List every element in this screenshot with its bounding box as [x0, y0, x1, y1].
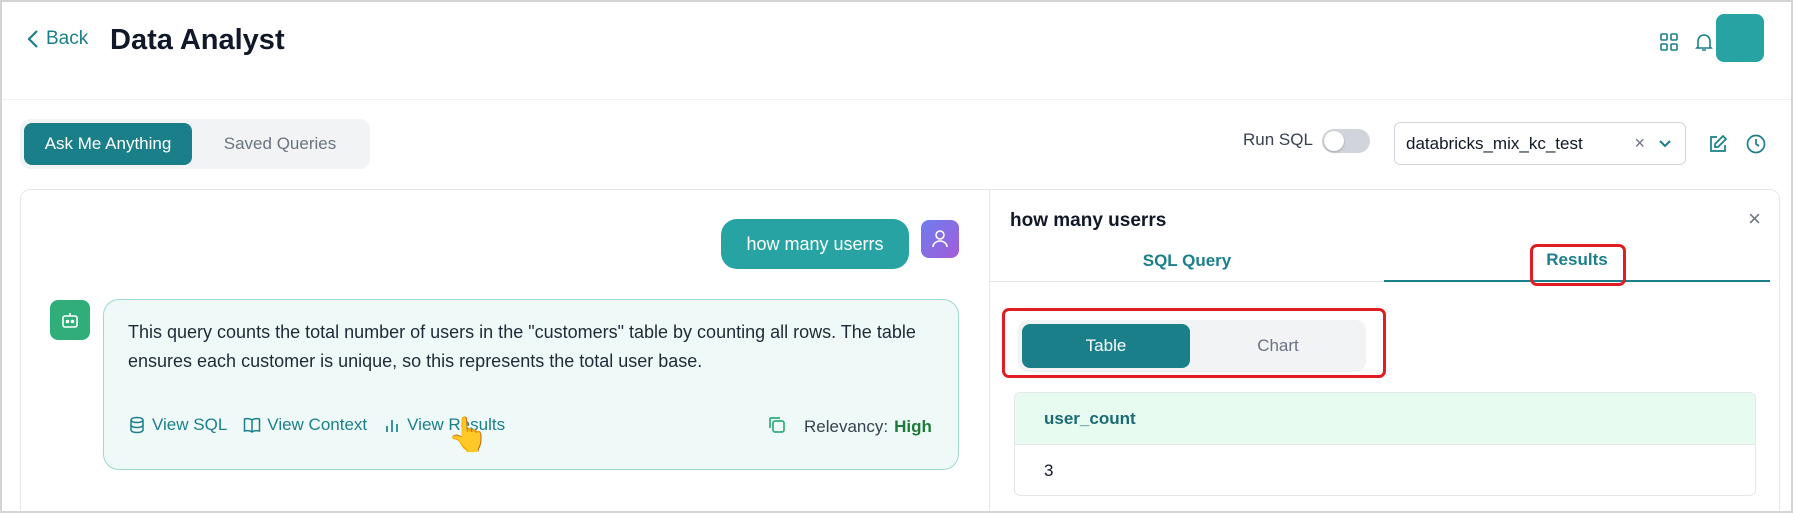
relevancy-label: Relevancy:: [804, 417, 889, 436]
bot-message-text: This query counts the total number of us…: [128, 322, 916, 371]
tab-saved-queries[interactable]: Saved Queries: [196, 123, 364, 165]
results-panel: how many userrs × SQL Query Results Tabl…: [989, 190, 1779, 511]
relevancy-value: High: [894, 417, 932, 436]
run-sql-label: Run SQL: [1243, 130, 1313, 149]
history-icon[interactable]: [1745, 133, 1767, 155]
view-sql-label: View SQL: [152, 415, 228, 434]
user-message-bubble: how many userrs: [721, 219, 909, 269]
view-results-label: View Results: [407, 415, 506, 434]
relevancy: Relevancy: High: [804, 417, 932, 437]
database-icon: [130, 416, 144, 434]
message-actions: View SQL View Context View Results: [128, 415, 505, 435]
view-toggle: Table Chart: [1018, 320, 1366, 372]
user-icon: [932, 230, 948, 248]
book-icon: [244, 417, 261, 433]
results-panel-title: how many userrs: [1010, 210, 1167, 231]
chat-area: how many userrs This query counts the to…: [21, 190, 989, 511]
results-table: user_count 3: [1014, 392, 1756, 496]
copy-icon[interactable]: [767, 415, 787, 435]
tab-sql-query[interactable]: SQL Query: [990, 240, 1384, 282]
table-header-user-count: user_count: [1015, 393, 1755, 445]
chevron-left-icon: [27, 30, 38, 48]
main-panel: how many userrs This query counts the to…: [20, 189, 1780, 511]
view-results-link[interactable]: View Results: [383, 415, 505, 435]
back-button[interactable]: Back: [26, 28, 88, 50]
bot-icon: [62, 313, 78, 328]
app-window: Back Data Analyst Ask Me Anything Saved …: [0, 0, 1793, 513]
run-sql-toggle[interactable]: [1322, 129, 1370, 153]
results-panel-tabs: SQL Query Results: [990, 240, 1770, 282]
chart-view-button[interactable]: Chart: [1194, 324, 1362, 368]
tab-ask-me-anything[interactable]: Ask Me Anything: [24, 123, 192, 165]
toggle-knob: [1324, 131, 1344, 151]
top-header: Back Data Analyst: [2, 2, 1791, 100]
chevron-down-icon: [1659, 140, 1671, 148]
view-context-label: View Context: [267, 415, 368, 434]
close-icon[interactable]: ×: [1748, 206, 1761, 232]
view-context-link[interactable]: View Context: [243, 415, 367, 435]
table-view-button[interactable]: Table: [1022, 324, 1190, 368]
edit-icon[interactable]: [1707, 133, 1729, 155]
tab-results[interactable]: Results: [1384, 240, 1770, 282]
table-cell: 3: [1044, 461, 1054, 480]
bot-message-bubble: This query counts the total number of us…: [103, 299, 959, 470]
back-label: Back: [46, 28, 89, 49]
user-avatar: [921, 220, 959, 258]
datasource-value: databricks_mix_kc_test: [1406, 133, 1583, 153]
page-title: Data Analyst: [110, 24, 285, 56]
user-avatar-button[interactable]: [1716, 14, 1764, 62]
bot-avatar: [50, 300, 90, 340]
view-sql-link[interactable]: View SQL: [128, 415, 227, 435]
bar-chart-icon: [386, 420, 398, 432]
grid-icon[interactable]: [1657, 30, 1681, 54]
clear-icon[interactable]: ×: [1634, 133, 1645, 154]
datasource-select[interactable]: databricks_mix_kc_test ×: [1394, 122, 1686, 165]
mode-tabs: Ask Me Anything Saved Queries: [20, 119, 370, 169]
bell-icon[interactable]: [1692, 30, 1716, 54]
